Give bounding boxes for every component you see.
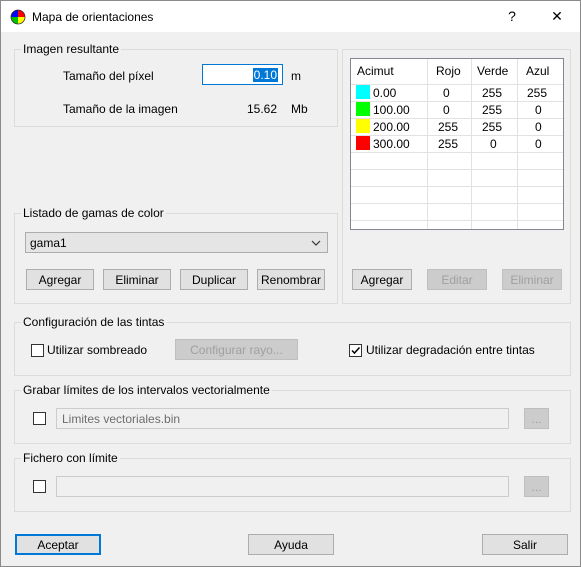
header-verde: Verde <box>477 64 509 78</box>
row-rojo: 255 <box>438 120 459 134</box>
header-acimut: Acimut <box>357 64 394 78</box>
table-agregar-button[interactable]: Agregar <box>352 269 412 290</box>
pixel-size-value: 0.10 <box>252 68 278 82</box>
color-wheel-icon <box>10 9 26 25</box>
image-size-value: 15.62 <box>247 102 278 116</box>
grabar-path-input[interactable]: Limites vectoriales.bin <box>56 408 509 429</box>
gama-select[interactable]: gama1 <box>25 232 328 253</box>
title-bar: Mapa de orientaciones ? ✕ <box>1 1 580 32</box>
window-title: Mapa de orientaciones <box>32 10 154 24</box>
grabar-path-value: Limites vectoriales.bin <box>62 412 181 426</box>
table-editar-button[interactable]: Editar <box>427 269 487 290</box>
row-verde: 0 <box>490 137 497 151</box>
pixel-size-label: Tamaño del píxel <box>63 69 154 83</box>
row-verde: 255 <box>482 103 503 117</box>
row-acimut: 300.00 <box>373 137 410 151</box>
pixel-unit: m <box>291 69 301 83</box>
degradacion-checkbox[interactable] <box>349 344 362 357</box>
color-table[interactable]: Acimut Rojo Verde Azul 0.00 0 255 255 10… <box>350 58 564 230</box>
row-color-swatch <box>356 119 370 133</box>
image-size-label: Tamaño de la imagen <box>63 102 178 116</box>
row-color-swatch <box>356 102 370 116</box>
gamas-group <box>14 213 338 304</box>
gamas-legend: Listado de gamas de color <box>21 206 166 220</box>
fichero-legend: Fichero con límite <box>21 451 120 465</box>
check-icon <box>351 346 361 355</box>
header-azul: Azul <box>526 64 550 78</box>
row-color-swatch <box>356 85 370 99</box>
sombreado-label: Utilizar sombreado <box>47 343 148 357</box>
row-color-swatch <box>356 136 370 150</box>
row-azul: 0 <box>535 137 542 151</box>
configurar-rayo-button[interactable]: Configurar rayo... <box>175 339 298 360</box>
fichero-browse-button[interactable]: ... <box>524 476 549 497</box>
row-azul: 0 <box>535 103 542 117</box>
row-rojo: 0 <box>443 103 450 117</box>
row-acimut: 200.00 <box>373 120 410 134</box>
row-verde: 255 <box>482 86 503 100</box>
salir-button[interactable]: Salir <box>482 534 568 555</box>
row-rojo: 255 <box>438 137 459 151</box>
row-acimut: 0.00 <box>373 86 397 100</box>
gama-renombrar-button[interactable]: Renombrar <box>257 269 325 290</box>
image-size-unit: Mb <box>291 102 308 116</box>
sombreado-checkbox[interactable] <box>31 344 44 357</box>
gama-duplicar-button[interactable]: Duplicar <box>180 269 248 290</box>
gama-agregar-button[interactable]: Agregar <box>26 269 94 290</box>
row-acimut: 100.00 <box>373 103 410 117</box>
degradacion-label: Utilizar degradación entre tintas <box>366 343 535 357</box>
gama-select-value: gama1 <box>30 236 67 250</box>
grabar-checkbox[interactable] <box>33 412 46 425</box>
aceptar-button[interactable]: Aceptar <box>15 534 101 555</box>
grabar-legend: Grabar límites de los intervalos vectori… <box>21 383 272 397</box>
row-azul: 0 <box>535 120 542 134</box>
row-rojo: 0 <box>443 86 450 100</box>
grabar-browse-button[interactable]: ... <box>524 408 549 429</box>
chevron-down-icon <box>311 240 321 246</box>
table-eliminar-button[interactable]: Eliminar <box>502 269 562 290</box>
help-button[interactable]: ? <box>489 1 535 32</box>
ayuda-button[interactable]: Ayuda <box>248 534 334 555</box>
fichero-checkbox[interactable] <box>33 480 46 493</box>
row-verde: 255 <box>482 120 503 134</box>
tintas-legend: Configuración de las tintas <box>21 315 167 329</box>
fichero-path-input[interactable] <box>56 476 509 497</box>
gama-eliminar-button[interactable]: Eliminar <box>103 269 171 290</box>
close-button[interactable]: ✕ <box>534 1 580 32</box>
imagen-resultante-legend: Imagen resultante <box>21 42 122 56</box>
header-rojo: Rojo <box>436 64 461 78</box>
dialog-window: Mapa de orientaciones ? ✕ Imagen resulta… <box>0 0 581 567</box>
row-azul: 255 <box>527 86 548 100</box>
pixel-size-input[interactable]: 0.10 <box>202 64 283 85</box>
